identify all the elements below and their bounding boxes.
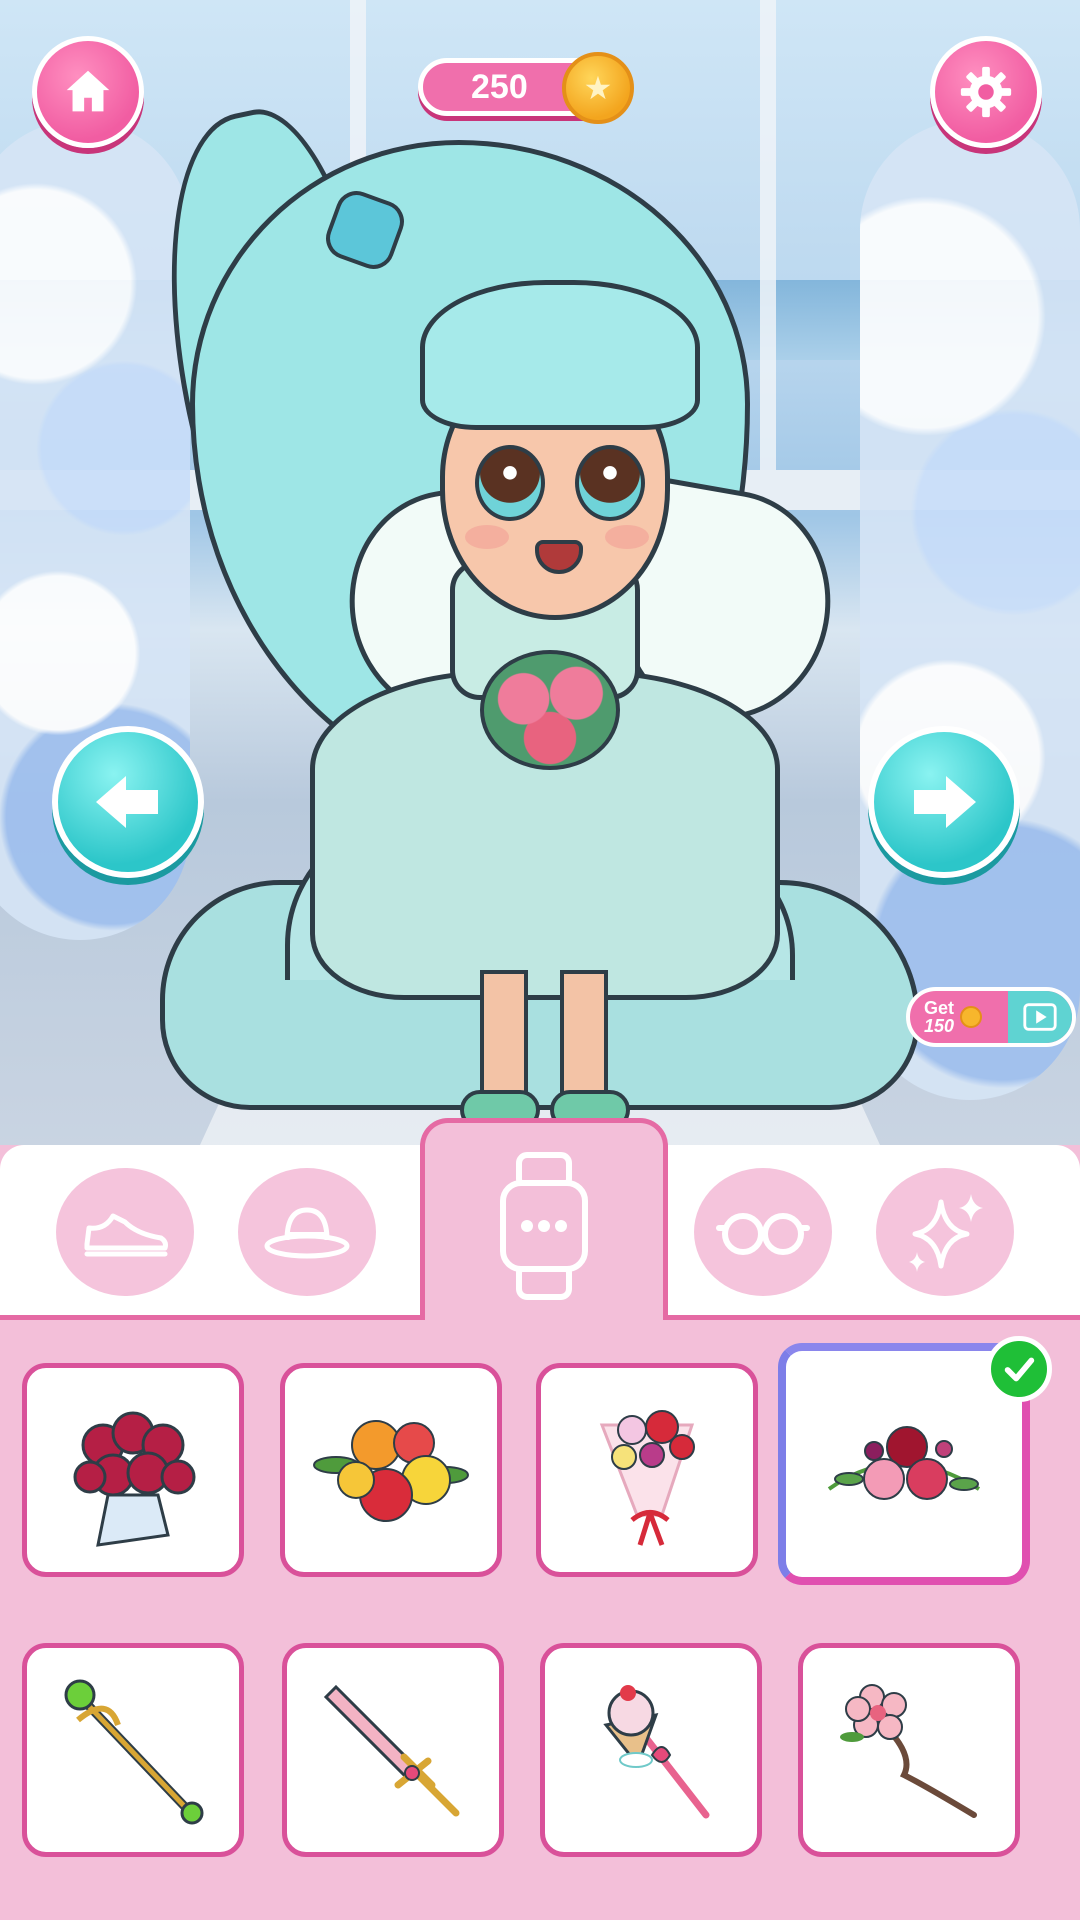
tab-shoes[interactable] — [56, 1168, 194, 1296]
tab-hats[interactable] — [238, 1168, 376, 1296]
item-ice-cream-wand[interactable] — [540, 1643, 762, 1857]
mouth — [535, 540, 583, 574]
item-mixed-rose-bouquet[interactable] — [280, 1363, 502, 1577]
hair-bangs — [420, 280, 700, 430]
green-orb-staff-icon — [64, 1679, 204, 1825]
blush-left — [465, 525, 509, 549]
reward-amount: 150 — [924, 1015, 955, 1036]
eye-left — [475, 445, 545, 521]
watch-icon — [500, 1151, 588, 1300]
eye-right — [575, 445, 645, 521]
watch-ad-reward-button[interactable]: Get 150 — [906, 987, 1076, 1047]
item-red-rose-bouquet[interactable] — [22, 1363, 244, 1577]
reward-get-label: Get — [924, 997, 955, 1018]
star-coin-icon: ★ — [562, 52, 634, 124]
gear-icon — [960, 66, 1012, 118]
ice-cream-wand-icon — [603, 1685, 710, 1819]
previous-outfit-button[interactable] — [52, 726, 204, 878]
wrapped-flower-bouquet-icon — [599, 1410, 695, 1546]
dressup-scene — [0, 0, 1080, 1145]
reward-text: Get 150 — [910, 999, 954, 1036]
chibi-character — [128, 94, 930, 1130]
selected-checkmark — [986, 1336, 1052, 1402]
glasses-icon — [716, 1213, 810, 1255]
sparkle-icon — [909, 1194, 983, 1272]
leg-left — [480, 970, 528, 1110]
pink-sword-icon — [323, 1684, 460, 1817]
leg-right — [560, 970, 608, 1110]
item-green-orb-staff[interactable] — [22, 1643, 244, 1857]
play-video-icon — [1023, 1003, 1057, 1031]
blush-right — [605, 525, 649, 549]
sneaker-icon — [84, 1213, 168, 1257]
mixed-rose-bouquet-icon — [313, 1420, 469, 1522]
held-bouquet — [480, 650, 620, 770]
arrow-left-icon — [96, 776, 158, 828]
coin-count: 250 — [471, 67, 528, 106]
coin-icon — [960, 1006, 983, 1028]
tab-accessories[interactable] — [420, 1118, 668, 1328]
item-pink-sword[interactable] — [282, 1643, 504, 1857]
item-sakura-branch-wand[interactable] — [798, 1643, 1020, 1857]
hat-icon — [264, 1207, 350, 1259]
home-icon — [66, 70, 110, 112]
item-wrapped-flower-bouquet[interactable] — [536, 1363, 758, 1577]
sakura-branch-wand-icon — [840, 1684, 977, 1818]
settings-button[interactable] — [930, 36, 1042, 148]
tab-glasses[interactable] — [694, 1168, 832, 1296]
arrow-right-icon — [914, 776, 976, 828]
tab-effects[interactable] — [876, 1168, 1014, 1296]
checkmark-icon — [1004, 1357, 1035, 1382]
home-button[interactable] — [32, 36, 144, 148]
pink-flower-bouquet-icon — [827, 1426, 981, 1500]
video-box — [1008, 991, 1072, 1043]
next-outfit-button[interactable] — [868, 726, 1020, 878]
red-rose-bouquet-icon — [73, 1411, 196, 1547]
